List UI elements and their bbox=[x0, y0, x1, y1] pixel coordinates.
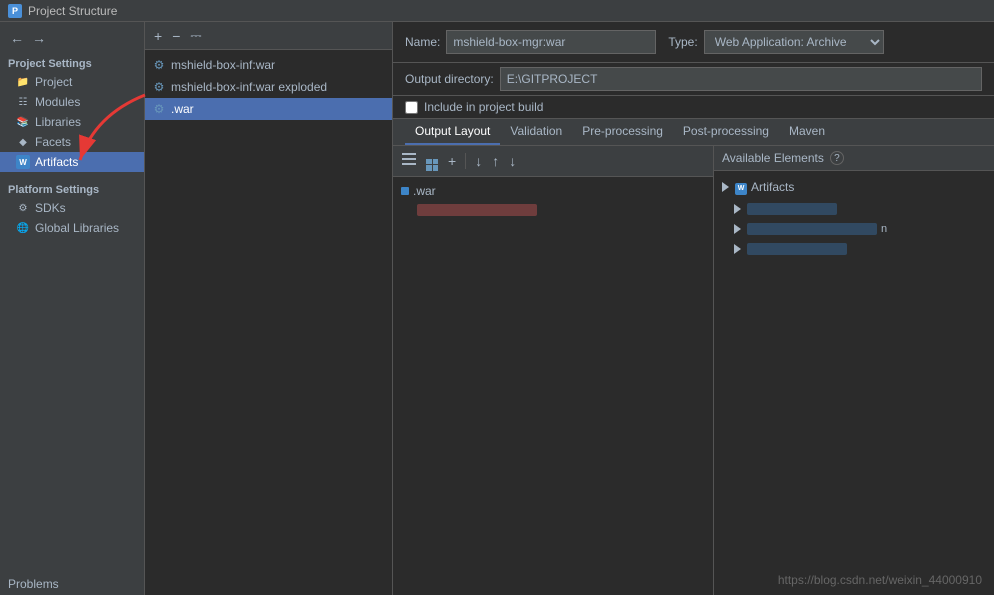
sidebar-item-sdks[interactable]: ⚙ SDKs bbox=[0, 198, 144, 218]
war-exploded-icon: ⚙ bbox=[151, 79, 167, 95]
artifact-tree-item-war-exploded[interactable]: ⚙ mshield-box-inf:war exploded bbox=[145, 76, 392, 98]
output-down2-button[interactable]: ↓ bbox=[506, 152, 519, 170]
artifact-tree-item-war[interactable]: ⚙ mshield-box-inf:war bbox=[145, 54, 392, 76]
output-dir-label: Output directory: bbox=[405, 72, 494, 86]
output-dir-row: Output directory: bbox=[393, 63, 994, 96]
type-select[interactable]: Web Application: Archive bbox=[704, 30, 884, 54]
window-title: Project Structure bbox=[28, 4, 117, 18]
output-grid-button[interactable] bbox=[423, 150, 441, 172]
output-up-button[interactable]: ↑ bbox=[489, 152, 502, 170]
output-left: + ↓ ↑ ↓ .war bbox=[393, 146, 714, 595]
artifact-tree-item-war-selected[interactable]: ⚙ .war bbox=[145, 98, 392, 120]
modules-icon: ☷ bbox=[16, 95, 30, 109]
add-artifact-button[interactable]: + bbox=[151, 27, 165, 45]
artifact-tree: ⚙ mshield-box-inf:war ⚙ mshield-box-inf:… bbox=[145, 50, 392, 595]
footer-url: https://blog.csdn.net/weixin_44000910 bbox=[778, 573, 982, 587]
blurred-content bbox=[417, 204, 537, 218]
settings-panel: Name: Type: Web Application: Archive Out… bbox=[393, 22, 994, 595]
copy-artifact-button[interactable]: ⎓ bbox=[187, 26, 204, 45]
artifacts-tree-icon: W bbox=[735, 179, 747, 195]
include-build-label: Include in project build bbox=[424, 100, 543, 114]
artifacts-icon: W bbox=[16, 155, 30, 169]
forward-button[interactable]: → bbox=[28, 28, 50, 48]
sidebar-item-global-libraries[interactable]: 🌐 Global Libraries bbox=[0, 218, 144, 238]
output-left-toolbar: + ↓ ↑ ↓ bbox=[393, 146, 713, 177]
output-tree-war[interactable]: .war bbox=[393, 181, 713, 201]
toolbar-separator bbox=[465, 153, 466, 169]
output-add-button[interactable]: + bbox=[445, 152, 459, 170]
output-tree: .war bbox=[393, 177, 713, 595]
name-field-group: Name: bbox=[405, 30, 656, 54]
artifact-panel: + − ⎓ ⚙ mshield-box-inf:war ⚙ mshield-bo… bbox=[145, 22, 393, 595]
avail-blurred-2[interactable]: n bbox=[714, 219, 994, 239]
output-content: + ↓ ↑ ↓ .war bbox=[393, 146, 994, 595]
back-button[interactable]: ← bbox=[6, 28, 28, 48]
available-tree: W Artifacts n bbox=[714, 171, 994, 595]
expand-arrow-2-icon bbox=[734, 224, 741, 234]
tab-maven[interactable]: Maven bbox=[779, 119, 835, 145]
expand-arrow-icon bbox=[722, 182, 729, 192]
sidebar: ← → Project Settings 📁 Project ☷ Modules… bbox=[0, 22, 145, 595]
sidebar-item-project[interactable]: 📁 Project bbox=[0, 72, 144, 92]
type-field-group: Type: Web Application: Archive bbox=[668, 30, 883, 54]
war-icon: ⚙ bbox=[151, 57, 167, 73]
sidebar-item-artifacts[interactable]: W Artifacts bbox=[0, 152, 144, 172]
available-header: Available Elements ? bbox=[714, 146, 994, 171]
tab-pre-processing[interactable]: Pre-processing bbox=[572, 119, 673, 145]
facets-icon: ◆ bbox=[16, 135, 30, 149]
settings-header: Name: Type: Web Application: Archive bbox=[393, 22, 994, 63]
output-right: Available Elements ? W Artifacts bbox=[714, 146, 994, 595]
nav-toolbar: ← → bbox=[0, 26, 144, 50]
avail-artifacts[interactable]: W Artifacts bbox=[714, 175, 994, 199]
expand-arrow-3-icon bbox=[734, 244, 741, 254]
sidebar-item-problems[interactable]: Problems bbox=[0, 573, 144, 595]
platform-settings-header: Platform Settings bbox=[0, 180, 144, 198]
artifact-toolbar: + − ⎓ bbox=[145, 22, 392, 50]
sidebar-item-libraries[interactable]: 📚 Libraries bbox=[0, 112, 144, 132]
output-dir-input[interactable] bbox=[500, 67, 982, 91]
main-layout: ← → Project Settings 📁 Project ☷ Modules… bbox=[0, 22, 994, 595]
project-icon: 📁 bbox=[16, 75, 30, 89]
tab-output-layout[interactable]: Output Layout bbox=[405, 119, 500, 145]
output-settings-button[interactable] bbox=[399, 151, 419, 170]
libraries-icon: 📚 bbox=[16, 115, 30, 129]
tab-post-processing[interactable]: Post-processing bbox=[673, 119, 779, 145]
title-bar: P Project Structure bbox=[0, 0, 994, 22]
war-selected-icon: ⚙ bbox=[151, 101, 167, 117]
output-down-button[interactable]: ↓ bbox=[472, 152, 485, 170]
name-label: Name: bbox=[405, 35, 440, 49]
include-build-checkbox[interactable] bbox=[405, 101, 418, 114]
sidebar-item-modules[interactable]: ☷ Modules bbox=[0, 92, 144, 112]
expand-arrow-1-icon bbox=[734, 204, 741, 214]
tab-validation[interactable]: Validation bbox=[500, 119, 572, 145]
type-label: Type: bbox=[668, 35, 697, 49]
avail-blurred-1[interactable] bbox=[714, 199, 994, 219]
output-tree-blurred[interactable] bbox=[393, 201, 713, 221]
tabs-row: Output Layout Validation Pre-processing … bbox=[393, 119, 994, 146]
remove-artifact-button[interactable]: − bbox=[169, 27, 183, 45]
n-label: n bbox=[881, 223, 887, 235]
help-icon[interactable]: ? bbox=[830, 151, 844, 165]
app-icon: P bbox=[8, 4, 22, 18]
sidebar-item-facets[interactable]: ◆ Facets bbox=[0, 132, 144, 152]
global-libs-icon: 🌐 bbox=[16, 221, 30, 235]
sdks-icon: ⚙ bbox=[16, 201, 30, 215]
war-file-icon bbox=[401, 184, 409, 198]
avail-blurred-3[interactable] bbox=[714, 239, 994, 259]
name-input[interactable] bbox=[446, 30, 656, 54]
include-build-row: Include in project build bbox=[393, 96, 994, 119]
project-settings-header: Project Settings bbox=[0, 54, 144, 72]
